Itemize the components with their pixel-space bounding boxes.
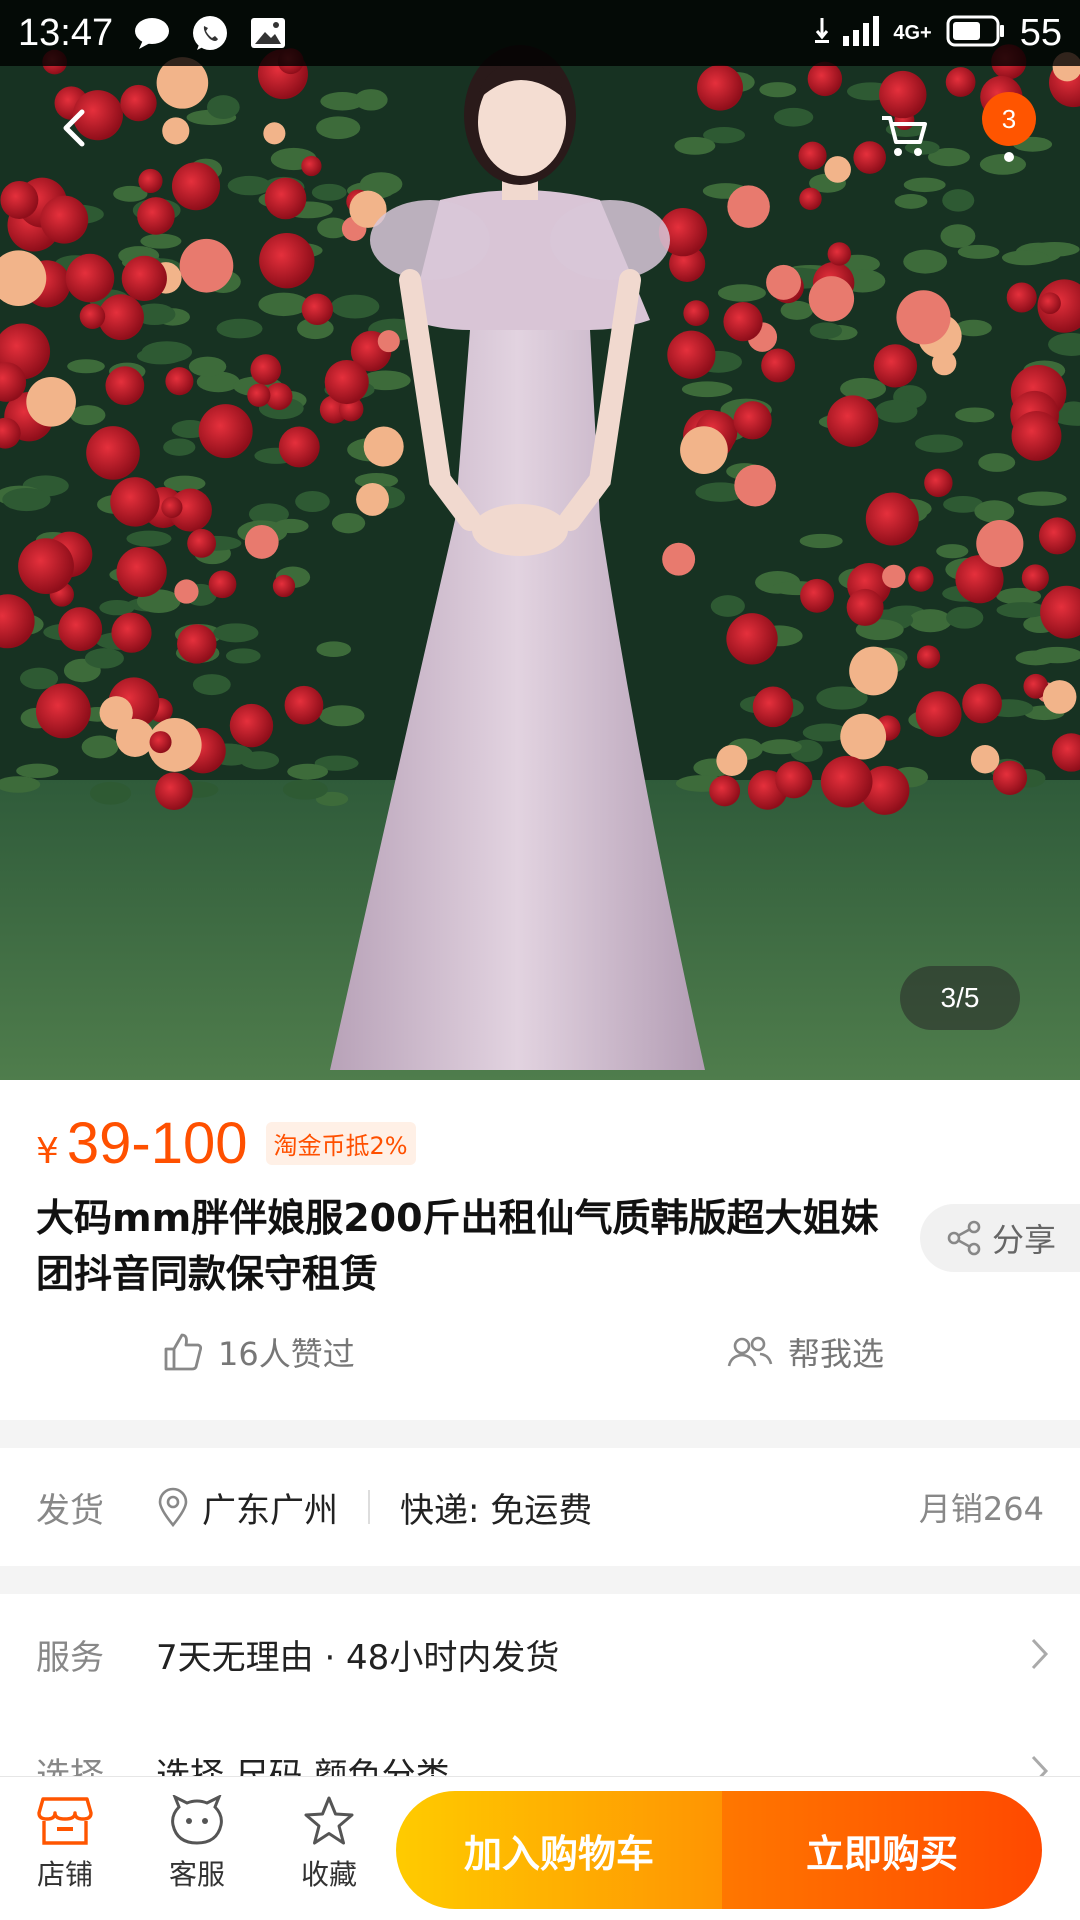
coin-discount-tag: 淘金币抵2% bbox=[265, 1122, 416, 1165]
favorite-label: 收藏 bbox=[300, 1858, 357, 1891]
signal-icon bbox=[843, 16, 880, 50]
cart-icon bbox=[882, 116, 927, 156]
favorite-tab[interactable]: 收藏 bbox=[274, 1795, 384, 1905]
cart-button[interactable] bbox=[870, 104, 938, 168]
bottom-action-bar: 店铺 客服 收藏 加入购物车 立即购买 bbox=[0, 1776, 1080, 1920]
chat-bubble-icon bbox=[131, 12, 173, 54]
people-icon bbox=[727, 1336, 773, 1367]
image-pager-indicator: 3/5 bbox=[900, 966, 1020, 1030]
status-time: 13:47 bbox=[18, 11, 114, 54]
select-value: 选择 尺码 颜色分类 bbox=[156, 1756, 450, 1776]
shipping-location: 广东广州 bbox=[202, 1490, 338, 1531]
back-arrow-icon bbox=[63, 109, 85, 147]
battery-level: 55 bbox=[1019, 11, 1062, 54]
more-menu-button[interactable]: 3 bbox=[980, 92, 1038, 166]
cart-count-badge: 3 bbox=[982, 92, 1036, 146]
status-bar: 13:47 4G+ 55 bbox=[0, 0, 1080, 66]
gallery-notification-icon bbox=[247, 12, 289, 54]
product-title: 大码mm胖伴娘服200斤出租仙气质韩版超大姐妹团抖音同款保守租赁 bbox=[36, 1196, 879, 1296]
network-type: 4G+ bbox=[893, 21, 932, 44]
price-row: ¥ 39-100 淘金币抵2% bbox=[36, 1110, 416, 1177]
currency-symbol: ¥ bbox=[36, 1131, 59, 1172]
shipping-row[interactable]: 发货 广东广州 快递: 免运费 月销264 bbox=[0, 1448, 1080, 1566]
store-tab[interactable]: 店铺 bbox=[10, 1795, 120, 1905]
shipping-label: 发货 bbox=[36, 1490, 104, 1531]
share-icon bbox=[947, 1220, 981, 1256]
help-choose-button[interactable]: 帮我选 bbox=[726, 1329, 884, 1375]
vertical-divider bbox=[368, 1490, 370, 1524]
thumbs-up-icon bbox=[164, 1333, 203, 1371]
engagement-row: 16人赞过 帮我选 bbox=[0, 1320, 1080, 1384]
shipping-express: 快递: 免运费 bbox=[400, 1490, 593, 1531]
more-dot-icon bbox=[1004, 152, 1014, 162]
section-divider bbox=[0, 1566, 1080, 1594]
product-image-carousel[interactable]: 3 3/5 bbox=[0, 0, 1080, 1080]
battery-icon bbox=[946, 15, 1006, 51]
service-label: 服务 bbox=[36, 1637, 104, 1678]
add-to-cart-button[interactable]: 加入购物车 bbox=[396, 1791, 722, 1909]
buy-now-button[interactable]: 立即购买 bbox=[722, 1791, 1042, 1909]
chevron-right-icon bbox=[1031, 1755, 1049, 1776]
section-divider bbox=[0, 1420, 1080, 1448]
likes-button[interactable]: 16人赞过 bbox=[162, 1329, 355, 1375]
chevron-right-icon bbox=[1031, 1638, 1049, 1670]
customer-service-label: 客服 bbox=[168, 1858, 225, 1891]
share-button[interactable]: 分享 bbox=[920, 1204, 1080, 1272]
monthly-sales: 月销264 bbox=[918, 1490, 1044, 1528]
likes-count: 16人赞过 bbox=[218, 1335, 355, 1373]
customer-service-tab[interactable]: 客服 bbox=[142, 1795, 252, 1905]
product-info: ¥ 39-100 淘金币抵2% 大码mm胖伴娘服200斤出租仙气质韩版超大姐妹团… bbox=[0, 1080, 1080, 1420]
store-icon bbox=[37, 1797, 93, 1845]
customer-service-icon bbox=[171, 1795, 223, 1845]
location-pin-icon bbox=[158, 1487, 188, 1527]
service-row[interactable]: 服务 7天无理由 · 48小时内发货 bbox=[0, 1594, 1080, 1714]
service-value: 7天无理由 · 48小时内发货 bbox=[156, 1637, 560, 1678]
select-options-row[interactable]: 选择 选择 尺码 颜色分类 bbox=[0, 1714, 1080, 1776]
store-label: 店铺 bbox=[36, 1858, 93, 1891]
back-button[interactable] bbox=[44, 96, 108, 160]
download-icon bbox=[815, 18, 830, 48]
price: 39-100 bbox=[66, 1111, 248, 1176]
whatsapp-icon bbox=[189, 12, 231, 54]
shipping-details: 广东广州 快递: 免运费 bbox=[156, 1483, 592, 1532]
star-icon bbox=[304, 1796, 354, 1845]
share-label: 分享 bbox=[992, 1221, 1057, 1259]
select-label: 选择 bbox=[36, 1756, 104, 1776]
help-choose-label: 帮我选 bbox=[788, 1335, 885, 1373]
